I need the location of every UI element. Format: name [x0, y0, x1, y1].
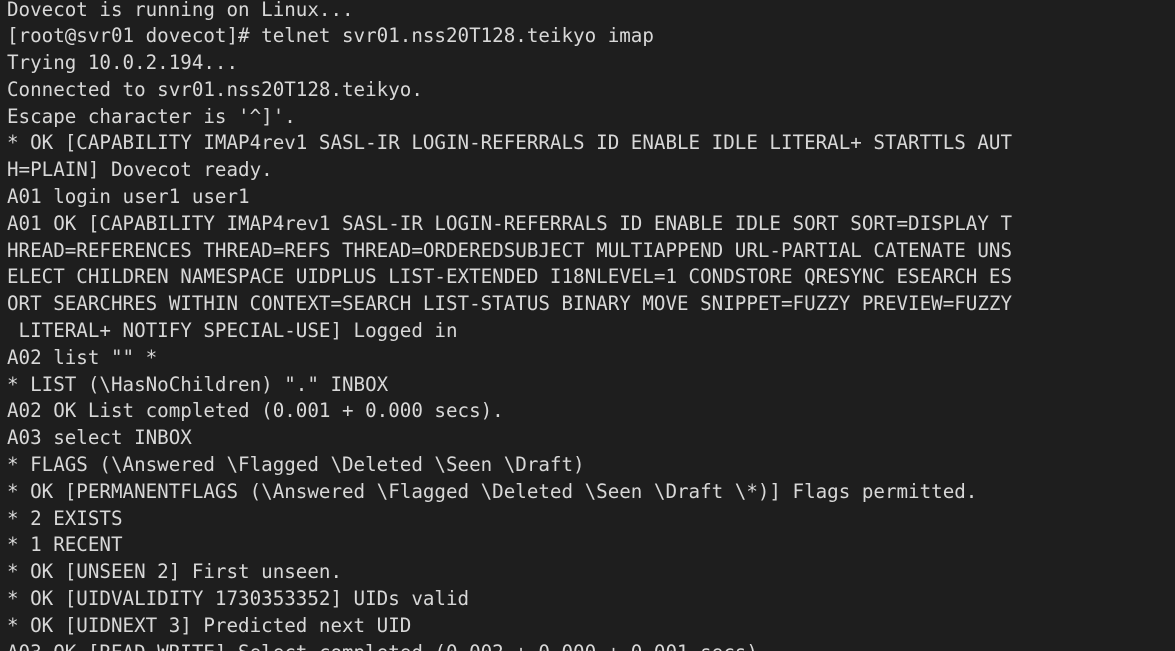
terminal-line: [root@svr01 dovecot]# telnet svr01.nss20…	[7, 24, 654, 48]
terminal-line: A03 OK [READ-WRITE] Select completed (0.…	[7, 640, 1012, 651]
terminal-line: H=PLAIN] Dovecot ready.	[7, 158, 273, 182]
terminal-line: * 1 RECENT	[7, 533, 123, 557]
terminal-line: A01 login user1 user1	[7, 185, 250, 209]
terminal-output: Dovecot is running on Linux... [root@svr…	[7, 0, 1012, 651]
terminal-line: A01 OK [CAPABILITY IMAP4rev1 SASL-IR LOG…	[7, 211, 1013, 235]
terminal-line: Dovecot is running on Linux...	[7, 0, 354, 21]
terminal-line: * OK [PERMANENTFLAGS (\Answered \Flagged…	[7, 479, 978, 503]
terminal-line: Escape character is '^]'.	[7, 104, 296, 128]
terminal-line: * LIST (\HasNoChildren) "." INBOX	[7, 372, 389, 396]
terminal-line: * FLAGS (\Answered \Flagged \Deleted \Se…	[7, 453, 585, 477]
terminal-line: A02 OK List completed (0.001 + 0.000 sec…	[7, 399, 504, 423]
terminal-line: A03 select INBOX	[7, 426, 192, 450]
terminal-line: HREAD=REFERENCES THREAD=REFS THREAD=ORDE…	[7, 238, 1013, 262]
terminal-line: ORT SEARCHRES WITHIN CONTEXT=SEARCH LIST…	[7, 292, 1013, 316]
terminal-line: A02 list "" *	[7, 345, 158, 369]
terminal-line: * 2 EXISTS	[7, 506, 123, 530]
terminal-line: LITERAL+ NOTIFY SPECIAL-USE] Logged in	[7, 319, 458, 343]
terminal-line: * OK [CAPABILITY IMAP4rev1 SASL-IR LOGIN…	[7, 131, 1013, 155]
terminal-window[interactable]: Dovecot is running on Linux... [root@svr…	[0, 0, 1175, 651]
terminal-line: Trying 10.0.2.194...	[7, 51, 239, 75]
terminal-line: * OK [UNSEEN 2] First unseen.	[7, 560, 343, 584]
terminal-line: * OK [UIDVALIDITY 1730353352] UIDs valid	[7, 587, 470, 611]
terminal-line: ELECT CHILDREN NAMESPACE UIDPLUS LIST-EX…	[7, 265, 1013, 289]
terminal-line: * OK [UIDNEXT 3] Predicted next UID	[7, 613, 412, 637]
terminal-line: Connected to svr01.nss20T128.teikyo.	[7, 77, 423, 101]
